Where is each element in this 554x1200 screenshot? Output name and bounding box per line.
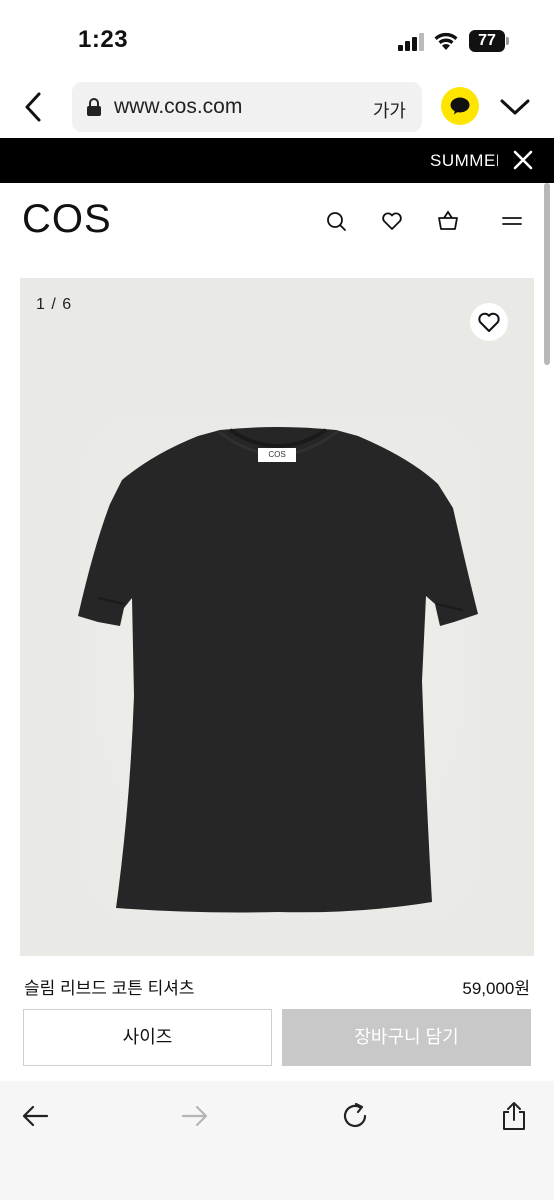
status-time: 1:23 xyxy=(78,26,129,53)
browser-toolbar xyxy=(0,1081,554,1200)
text-size-button[interactable]: 가가 xyxy=(373,97,406,123)
chevron-down-icon[interactable] xyxy=(499,97,531,117)
kakaotalk-button[interactable] xyxy=(441,87,479,125)
page-scrollbar[interactable] xyxy=(544,183,550,365)
heart-icon xyxy=(478,312,500,332)
battery-cap xyxy=(506,37,509,45)
kakaotalk-icon xyxy=(450,97,470,115)
lock-icon xyxy=(86,97,102,117)
product-image-gallery[interactable]: 1 / 6 COS xyxy=(20,278,534,956)
share-icon[interactable] xyxy=(499,1101,529,1131)
close-icon[interactable] xyxy=(513,150,533,170)
wishlist-button[interactable] xyxy=(470,303,508,341)
site-logo[interactable]: COS xyxy=(22,197,112,242)
garment-label: COS xyxy=(258,448,296,462)
forward-arrow-icon[interactable] xyxy=(180,1101,210,1131)
battery-indicator: 77 xyxy=(469,30,505,52)
add-to-cart-button[interactable]: 장바구니 담기 xyxy=(282,1009,531,1066)
product-name: 슬림 리브드 코튼 티셔츠 xyxy=(24,979,195,998)
back-chevron-icon[interactable] xyxy=(20,90,48,124)
heart-icon[interactable] xyxy=(380,209,404,233)
browser-address-bar: www.cos.com 가가 xyxy=(0,80,554,138)
reload-icon[interactable] xyxy=(340,1101,370,1131)
back-arrow-icon[interactable] xyxy=(20,1101,50,1131)
cellular-signal-icon xyxy=(398,33,424,51)
url-field[interactable]: www.cos.com 가가 xyxy=(72,82,422,132)
bag-icon[interactable] xyxy=(436,209,460,233)
wifi-icon xyxy=(433,30,459,52)
menu-icon[interactable] xyxy=(500,209,524,233)
product-price: 59,000원 xyxy=(462,979,530,998)
site-header: COS xyxy=(0,183,554,273)
url-text: www.cos.com xyxy=(114,95,243,118)
status-bar: 1:23 77 xyxy=(0,0,554,80)
image-counter: 1 / 6 xyxy=(36,296,73,313)
promo-banner: SUMMER xyxy=(0,138,554,183)
search-icon[interactable] xyxy=(324,209,348,233)
size-button[interactable]: 사이즈 xyxy=(23,1009,272,1066)
product-info-bar: 슬림 리브드 코튼 티셔츠 59,000원 사이즈 장바구니 담기 xyxy=(0,956,554,1081)
promo-text[interactable]: SUMMER xyxy=(430,151,498,171)
product-tshirt-image xyxy=(78,427,478,913)
